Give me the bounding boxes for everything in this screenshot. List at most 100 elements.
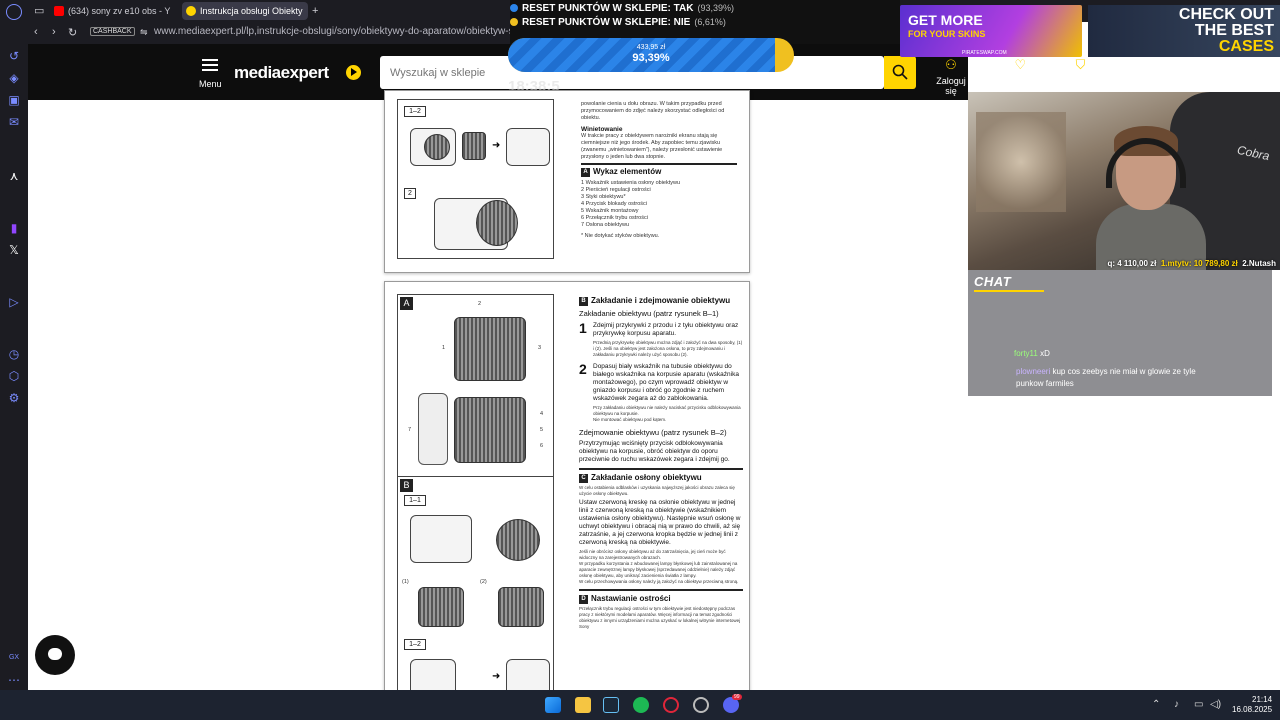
wishlist-link[interactable]: ♡ Schowek	[1002, 57, 1039, 87]
mail-icon[interactable]: ✉	[6, 114, 22, 130]
system-clock[interactable]: 21:14 16.08.2025	[1232, 695, 1272, 715]
obs-icon[interactable]	[693, 697, 709, 713]
chat-title-underline	[974, 290, 1044, 292]
section-title: Zakładanie osłony obiektywu	[591, 473, 702, 482]
gx-icon[interactable]: GX	[6, 650, 22, 666]
twitch-icon[interactable]: ▮	[6, 220, 22, 236]
section-title: Nastawianie ostrości	[591, 594, 671, 603]
poll-option-yes: RESET PUNKTÓW W SKLEPIE: TAK (93,39%)	[510, 3, 734, 14]
lens-cap-illustration	[498, 587, 544, 627]
ad-text: CHECK OUT THE BEST CASES	[1179, 7, 1274, 55]
lens-cap-illustration	[418, 587, 464, 627]
menu-label[interactable]: Menu	[199, 79, 222, 89]
figure-label: 1–1	[404, 495, 426, 506]
manual-page-2: A 2 1 3 7 4 5 6 B 1–1 (1) (2) 1–2 ➜ B Za…	[384, 281, 750, 701]
ticker-item: 1.mtytv: 10 789,80 zł	[1160, 259, 1238, 268]
clock-time: 21:14	[1252, 695, 1273, 704]
windows-start-icon[interactable]	[545, 697, 561, 713]
figure-label: 1–2	[404, 106, 426, 117]
player-icon[interactable]: ▷	[6, 294, 22, 310]
lens-illustration	[476, 200, 518, 246]
ai-icon[interactable]: ⋏	[6, 168, 22, 184]
note: W celu przechowywania osłony należy ją z…	[579, 579, 739, 584]
ticker-item: 2.Nutash	[1242, 259, 1276, 268]
subsection-title: Zakładanie obiektywu (patrz rysunek B–1)	[579, 309, 719, 318]
workspace-icon[interactable]: ▭	[34, 4, 44, 17]
new-tab-button[interactable]: +	[308, 2, 324, 20]
cashback-badge[interactable]: CASHBACK	[90, 27, 135, 36]
section-letter: B	[579, 297, 588, 306]
ad-line1: CHECK OUT	[1178, 6, 1274, 23]
figure-label: 1–2	[404, 639, 426, 650]
tab-mediaexpert[interactable]: Instrukcja obsługi Obiekty	[182, 2, 308, 20]
x-icon[interactable]: 𝕏	[6, 242, 22, 258]
progress-amount: 433,95 zł	[636, 44, 666, 51]
section-letter: C	[579, 474, 588, 483]
support-chat-button[interactable]	[35, 635, 75, 675]
yellow-dot-icon	[510, 18, 518, 26]
taskbar: 99 ⌃ ♪ ▭ ◁) 21:14 16.08.2025	[0, 690, 1280, 720]
display-icon[interactable]: ▭	[1194, 699, 1203, 710]
ad-banner-cases[interactable]: CHECK OUT THE BEST CASES	[1088, 5, 1280, 57]
poll-label: RESET PUNKTÓW W SKLEPIE: NIE	[522, 17, 691, 28]
figure-sublabel: (2)	[480, 579, 487, 585]
opera-logo-icon[interactable]	[6, 4, 22, 20]
extensions-icon[interactable]: ◈	[6, 70, 22, 86]
forward-icon[interactable]: ›	[52, 26, 56, 38]
more-icon[interactable]: ⋯	[6, 672, 22, 688]
figure-label: 2	[404, 188, 416, 199]
figure-letter: B	[400, 479, 413, 492]
logo-play-icon	[346, 65, 361, 80]
lens-illustration	[454, 317, 526, 381]
background-lamp	[976, 112, 1066, 212]
cart-link[interactable]: ⛉ Koszyk	[1066, 57, 1095, 87]
settings-icon[interactable]: ⚙	[6, 390, 22, 406]
login-link[interactable]: ⚇ Zaloguj się	[934, 58, 968, 97]
callout: 5	[540, 427, 544, 433]
parts-list: 1 Wskaźnik ustawienia osłony obiektywu 2…	[581, 180, 741, 229]
opera-gx-icon[interactable]	[663, 697, 679, 713]
step-note: Przednią przykrywkę obiektywu można zdją…	[593, 340, 743, 357]
step-text: Dopasuj biały wskaźnik na tubusie obiekt…	[593, 363, 739, 402]
list-item: 5 Wskaźnik montażowy	[581, 208, 639, 214]
file-explorer-icon[interactable]	[575, 697, 591, 713]
clock-icon[interactable]: ◷	[6, 346, 22, 362]
history-icon[interactable]: ↺	[6, 48, 22, 64]
manual-page-1: 1–2 ➜ 2 powolanie cienia u dołu obrazu. …	[384, 90, 750, 273]
list-item: 3 Styki obiektywu*	[581, 194, 626, 200]
tray-chevron-icon[interactable]: ⌃	[1152, 699, 1160, 710]
site-info-icon[interactable]: ⇋	[140, 27, 148, 38]
wishlist-label: Schowek	[1002, 76, 1039, 86]
spotify-icon[interactable]	[633, 697, 649, 713]
ad-subtitle: FOR YOUR SKINS	[908, 29, 986, 39]
ad-title: GET MORE	[908, 12, 983, 28]
microphone-icon[interactable]: ♪	[1174, 699, 1179, 710]
browser-sidebar: ↺ ◈ ▣ ✉ ⋏ ▮ 𝕏 ▷ ◷ ⬡ ⚙ GX ⋯	[0, 0, 28, 720]
list-item: 6 Przełącznik trybu ostrości	[581, 215, 648, 221]
cart-icon: ⛉	[1075, 57, 1086, 72]
note: Jeśli nie obrócisz osłony obiektywu aż d…	[579, 549, 726, 560]
camera-illustration	[410, 515, 472, 563]
camera-illustration	[506, 128, 550, 166]
back-icon[interactable]: ‹	[34, 26, 38, 38]
tab-youtube[interactable]: (634) sony zv e10 obs - Y	[50, 2, 182, 20]
section-title: Winietowanie	[581, 126, 623, 133]
manual-viewer[interactable]: 1–2 ➜ 2 powolanie cienia u dołu obrazu. …	[28, 90, 968, 701]
ad-caption: PIRATESWAP.COM	[962, 50, 1007, 56]
site-logo[interactable]: mediaexpert	[234, 63, 329, 83]
heart-icon: ♡	[1014, 57, 1027, 72]
figure-panel-b: B 1–1 (1) (2) 1–2 ➜	[397, 476, 554, 700]
callout: 6	[540, 443, 544, 449]
callout: 7	[408, 427, 412, 433]
hamburger-icon[interactable]	[202, 59, 218, 74]
search-button[interactable]	[884, 56, 916, 89]
gallery-icon[interactable]: ▣	[6, 92, 22, 108]
paragraph: Przytrzymując wciśnięty przycisk odbloko…	[579, 440, 730, 463]
tab-label: Instrukcja obsługi Obiekty	[200, 6, 303, 16]
reload-icon[interactable]: ↻	[68, 26, 77, 39]
steam-icon[interactable]	[603, 697, 619, 713]
blue-dot-icon	[510, 4, 518, 12]
cube-icon[interactable]: ⬡	[6, 368, 22, 384]
ad-banner-skins[interactable]: GET MORE FOR YOUR SKINS PIRATESWAP.COM	[900, 5, 1082, 57]
volume-icon[interactable]: ◁)	[1210, 699, 1221, 710]
